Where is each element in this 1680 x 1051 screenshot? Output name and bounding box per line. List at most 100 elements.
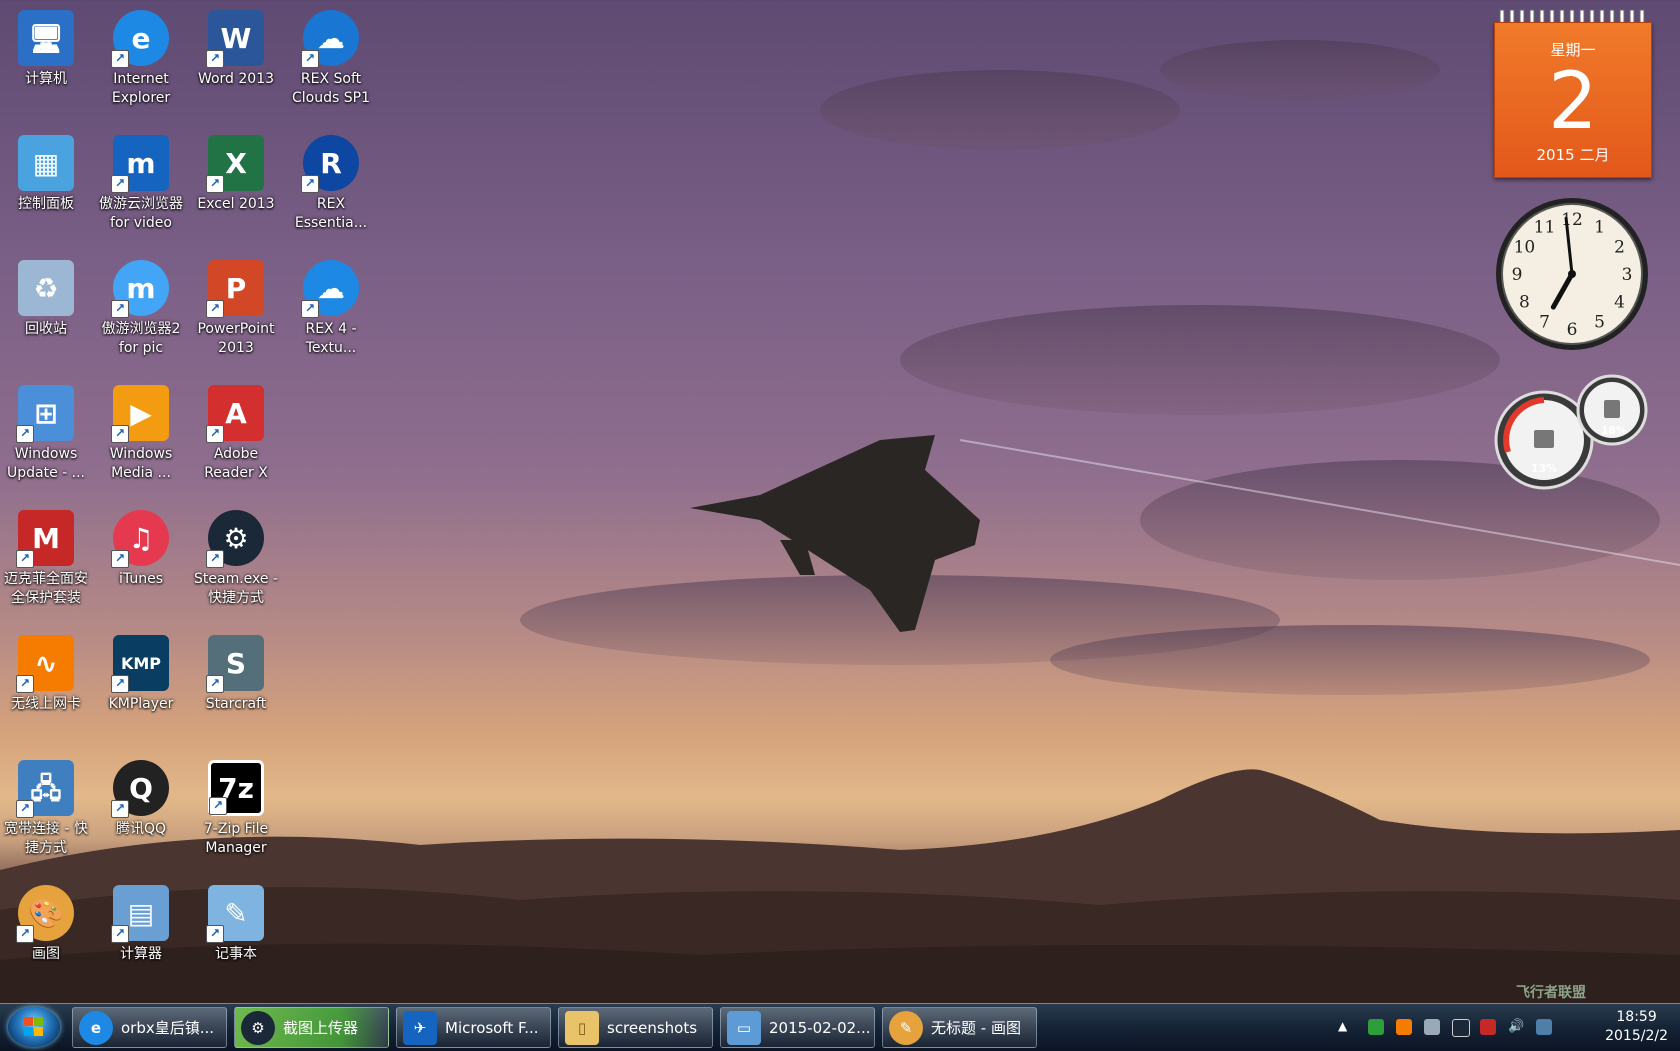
cpu-usage-label: 13% xyxy=(1531,462,1557,475)
taskbar-item-screenshots-folder[interactable]: ▯ screenshots xyxy=(558,1007,713,1048)
desktop-icon-starcraft[interactable]: S ↗ Starcraft xyxy=(190,629,282,714)
steam-icon: ⚙ xyxy=(241,1010,275,1045)
taskbar-item-paint[interactable]: ✎ 无标题 - 画图 xyxy=(882,1007,1037,1048)
kmplayer-icon: KMP ↗ xyxy=(111,635,169,693)
show-hidden-icons-icon[interactable]: ▲ xyxy=(1338,1019,1354,1035)
desktop-icon-internet-explorer[interactable]: e ↗ Internet Explorer xyxy=(95,4,187,108)
desktop-icon-rex-clouds[interactable]: ☁ ↗ REX Soft Clouds SP1 xyxy=(285,4,377,108)
clock-numeral: 3 xyxy=(1622,265,1633,285)
clock-time: 18:59 xyxy=(1616,1009,1657,1025)
image-viewer-icon: ▭ xyxy=(727,1010,761,1045)
clock-numeral: 7 xyxy=(1539,313,1550,333)
desktop-icon-rex-essential[interactable]: R ↗ REX Essentia... xyxy=(285,129,377,233)
paint-icon: 🎨 ↗ xyxy=(16,885,74,943)
rex-textures-icon: ☁ ↗ xyxy=(301,260,359,318)
taskbar-clock[interactable]: 18:59 2015/2/2 xyxy=(1605,1008,1668,1046)
calculator-icon: ▤ ↗ xyxy=(111,885,169,943)
desktop-icon-broadband[interactable]: 🖧 ↗ 宽带连接 - 快捷方式 xyxy=(0,754,92,858)
desktop-icon-powerpoint[interactable]: P ↗ PowerPoint 2013 xyxy=(190,254,282,358)
powerpoint-icon: P ↗ xyxy=(206,260,264,318)
memory-usage-label: 18% xyxy=(1601,424,1627,437)
desktop-icon-adobe-reader[interactable]: A ↗ Adobe Reader X xyxy=(190,379,282,483)
start-button[interactable] xyxy=(8,1007,60,1047)
qq-icon: Q ↗ xyxy=(111,760,169,818)
rex-clouds-icon: ☁ ↗ xyxy=(301,10,359,68)
desktop-icon-maxthon-video[interactable]: m ↗ 傲游云浏览器 for video xyxy=(95,129,187,233)
mcafee-icon: M ↗ xyxy=(16,510,74,568)
clock-numeral: 6 xyxy=(1567,320,1578,340)
desktop-icon-7zip[interactable]: 7z ↗ 7-Zip File Manager xyxy=(190,754,282,858)
green-status-icon[interactable] xyxy=(1368,1019,1384,1035)
taskbar-item-orbx[interactable]: e orbx皇后镇... xyxy=(72,1007,227,1048)
taskbar-item-image-viewer[interactable]: ▭ 2015-02-02... xyxy=(720,1007,875,1048)
desktop-icon-qq[interactable]: Q ↗ 腾讯QQ xyxy=(95,754,187,839)
7zip-icon: 7z ↗ xyxy=(208,760,264,816)
mcafee-icon[interactable] xyxy=(1480,1019,1496,1035)
desktop-icon-wireless-card[interactable]: ∿ ↗ 无线上网卡 xyxy=(0,629,92,714)
windows-update-icon: ⊞ ↗ xyxy=(16,385,74,443)
clock-numeral: 1 xyxy=(1594,217,1605,237)
maxthon2-icon: m ↗ xyxy=(111,260,169,318)
memory-chip-icon xyxy=(1604,400,1620,418)
clock-numeral: 11 xyxy=(1534,217,1556,237)
internet-explorer-icon: e xyxy=(79,1010,113,1045)
desktop-icon-paint[interactable]: 🎨 ↗ 画图 xyxy=(0,879,92,964)
clock-numeral: 10 xyxy=(1514,238,1536,258)
taskbar-item-flight-simulator[interactable]: ✈ Microsoft F... xyxy=(396,1007,551,1048)
wireless-card-icon: ∿ ↗ xyxy=(16,635,74,693)
folder-icon: ▯ xyxy=(565,1010,599,1045)
network-icon[interactable] xyxy=(1424,1019,1440,1035)
computer-icon: 🖥 xyxy=(18,10,74,66)
word-icon: W ↗ xyxy=(206,10,264,68)
calendar-gadget[interactable]: 星期一 2 2015 二月 xyxy=(1494,8,1652,178)
network-connection-icon[interactable] xyxy=(1536,1019,1552,1035)
cpu-meter-gadget[interactable]: 13% 18% xyxy=(1494,372,1650,492)
clock-numeral: 9 xyxy=(1512,265,1523,285)
windows-logo-icon xyxy=(24,1017,43,1036)
desktop-icon-calculator[interactable]: ▤ ↗ 计算器 xyxy=(95,879,187,964)
desktop-icon-kmplayer[interactable]: KMP ↗ KMPlayer xyxy=(95,629,187,714)
desktop-icon-maxthon-pic[interactable]: m ↗ 傲游浏览器2 for pic xyxy=(95,254,187,358)
clock-numeral: 5 xyxy=(1594,313,1605,333)
steam-icon: ⚙ ↗ xyxy=(206,510,264,568)
clock-numeral: 12 xyxy=(1561,210,1583,230)
desktop-icon-windows-media[interactable]: ▶ ↗ Windows Media ... xyxy=(95,379,187,483)
excel-icon: X ↗ xyxy=(206,135,264,193)
desktop-icon-word[interactable]: W ↗ Word 2013 xyxy=(190,4,282,89)
clock-numeral: 4 xyxy=(1614,293,1625,313)
desktop-icon-steam[interactable]: ⚙ ↗ Steam.exe - 快捷方式 xyxy=(190,504,282,608)
control-panel-icon: ▦ xyxy=(18,135,74,191)
recycle-bin-icon: ♻ xyxy=(18,260,74,316)
clock-numeral: 2 xyxy=(1614,238,1625,258)
clock-gadget[interactable]: 12 12 3 45678 9 1011 xyxy=(1494,196,1650,352)
wireless-card-icon[interactable] xyxy=(1396,1019,1412,1035)
internet-explorer-icon: e ↗ xyxy=(111,10,169,68)
rex-essential-icon: R ↗ xyxy=(301,135,359,193)
desktop-icon-excel[interactable]: X ↗ Excel 2013 xyxy=(190,129,282,214)
watermark: 飞行者联盟 xyxy=(1516,985,1586,1001)
desktop-icon-rex-textures[interactable]: ☁ ↗ REX 4 - Textu... xyxy=(285,254,377,358)
maxthon-icon: m ↗ xyxy=(111,135,169,193)
desktop-icon-mcafee[interactable]: M ↗ 迈克菲全面安全保护套装 xyxy=(0,504,92,608)
clock-center xyxy=(1568,270,1576,278)
calendar-day: 2 xyxy=(1548,57,1598,147)
steam-icon[interactable] xyxy=(1452,1019,1470,1037)
system-tray: ▲ 🔊 18:59 2015/2/2 xyxy=(1320,1004,1680,1051)
desktop[interactable]: 🖥 计算机 e ↗ Internet Explorer W ↗ Word 2013 … xyxy=(0,0,1680,1003)
desktop-icon-notepad[interactable]: ✎ ↗ 记事本 xyxy=(190,879,282,964)
volume-icon[interactable]: 🔊 xyxy=(1508,1019,1524,1035)
starcraft-icon: S ↗ xyxy=(206,635,264,693)
broadband-icon: 🖧 ↗ xyxy=(16,760,74,818)
airplane-icon: ✈ xyxy=(403,1010,437,1045)
windows-media-icon: ▶ ↗ xyxy=(111,385,169,443)
clock-date: 2015/2/2 xyxy=(1605,1028,1668,1044)
desktop-icon-control-panel[interactable]: ▦ 控制面板 xyxy=(0,129,92,214)
adobe-reader-icon: A ↗ xyxy=(206,385,264,443)
taskbar-item-screenshot-uploader[interactable]: ⚙ 截图上传器 xyxy=(234,1007,389,1048)
desktop-icon-windows-update[interactable]: ⊞ ↗ Windows Update - ... xyxy=(0,379,92,483)
desktop-icon-computer[interactable]: 🖥 计算机 xyxy=(0,4,92,89)
desktop-icon-recycle-bin[interactable]: ♻ 回收站 xyxy=(0,254,92,339)
cpu-chip-icon xyxy=(1534,430,1554,448)
desktop-icon-itunes[interactable]: ♫ ↗ iTunes xyxy=(95,504,187,589)
taskbar[interactable]: e orbx皇后镇... ⚙ 截图上传器 ✈ Microsoft F... ▯ … xyxy=(0,1003,1680,1051)
